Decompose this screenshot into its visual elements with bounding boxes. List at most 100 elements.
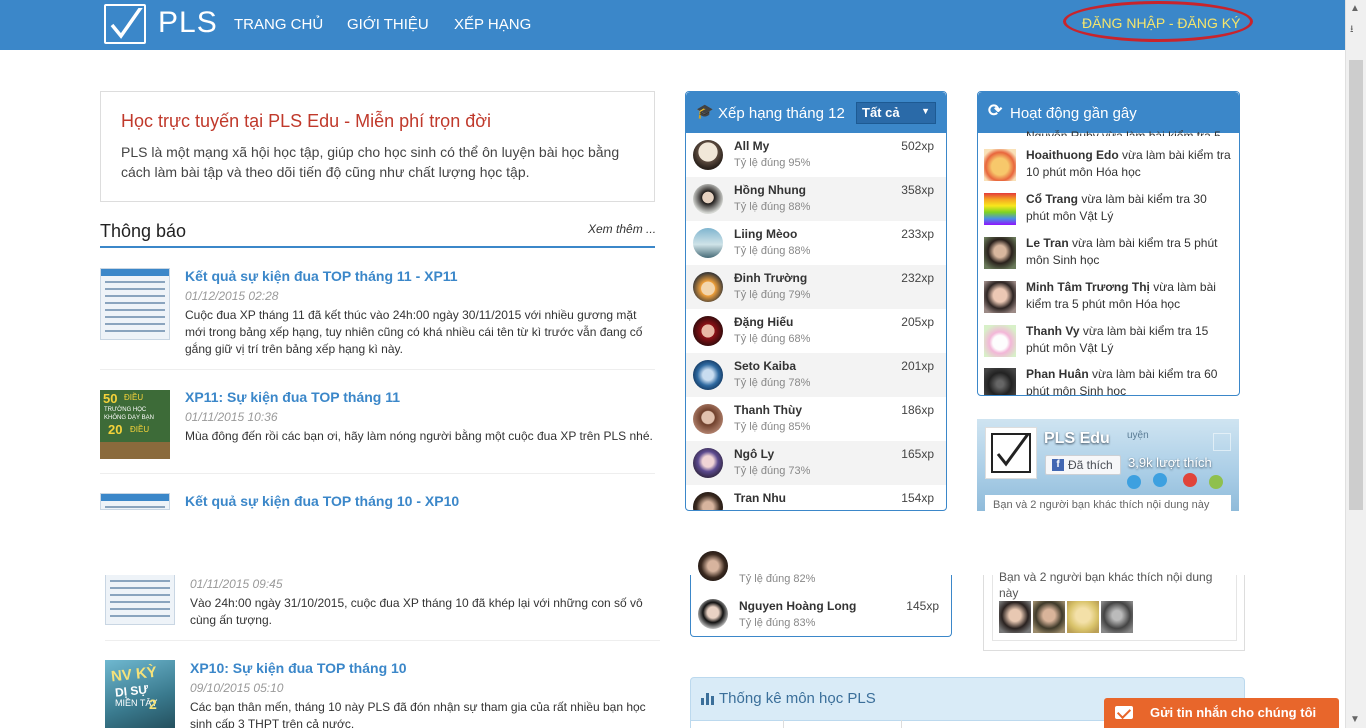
ranking-filter-value: Tất cả	[862, 105, 900, 120]
download-icon[interactable]: ⭳	[1350, 22, 1354, 39]
news-thumbnail[interactable]	[100, 493, 170, 510]
activity-row[interactable]: Thanh Vy vừa làm bài kiểm tra 15 phút mô…	[984, 323, 1234, 367]
activity-row[interactable]: Le Tran vừa làm bài kiểm tra 5 phút môn …	[984, 235, 1234, 279]
activity-row[interactable]: Cổ Trang vừa làm bài kiểm tra 30 phút mô…	[984, 191, 1234, 235]
send-message-label: Gửi tin nhắn cho chúng tôi	[1150, 705, 1317, 720]
news-thumbnail[interactable]	[100, 268, 170, 340]
news-body: Các bạn thân mến, tháng 10 này PLS đã đó…	[190, 700, 646, 728]
friend-avatar[interactable]	[1067, 601, 1099, 633]
ranking-row[interactable]: Liing Mèoo Tỷ lệ đúng 88% 233xp	[686, 221, 946, 265]
news-separator	[105, 640, 660, 641]
activity-header: ⟳ Hoạt động gần gây	[978, 92, 1239, 133]
ranking-row[interactable]: Nguyen Hoàng Long Tỷ lệ đúng 83% 145xp	[691, 591, 951, 635]
friend-avatar[interactable]	[999, 601, 1031, 633]
ranking-row[interactable]: Hồng Nhung Tỷ lệ đúng 88% 358xp	[686, 177, 946, 221]
ranking-xp: 165xp	[901, 447, 934, 461]
ranking-row[interactable]: Tỷ lệ đúng 82%	[691, 551, 951, 591]
activity-title: Hoạt động gần gây	[1010, 105, 1137, 122]
ranking-xp: 205xp	[901, 315, 934, 329]
news-title[interactable]: Kết quả sự kiện đua TOP tháng 10 - XP10	[185, 493, 459, 509]
ranking-name[interactable]: Đinh Trường	[734, 271, 807, 285]
activity-user[interactable]: Hoaithuong Edo	[1026, 148, 1119, 162]
activity-user[interactable]: Minh Tâm Trương Thị	[1026, 280, 1150, 294]
avatar	[693, 360, 723, 390]
fb-like-label: Đã thích	[1068, 458, 1113, 472]
ranking-row[interactable]: Thanh Thùy Tỷ lệ đúng 85% 186xp	[686, 397, 946, 441]
nav-about-link[interactable]: GIỚI THIỆU	[347, 16, 429, 33]
fb-page-name[interactable]: PLS Edu	[1044, 430, 1110, 448]
ranking-name[interactable]: All My	[734, 139, 769, 153]
ranking-row[interactable]: Ngô Ly Tỷ lệ đúng 73% 165xp	[686, 441, 946, 485]
news-date: 01/11/2015 10:36	[185, 410, 278, 424]
activity-text: Hoaithuong Edo vừa làm bài kiểm tra 10 p…	[1026, 147, 1231, 181]
ranking-xp: 186xp	[901, 403, 934, 417]
news-thumbnail[interactable]: 50 ĐIỀU TRƯỜNG HỌC KHÔNG DẠY BẠN 20 ĐIỀU	[100, 390, 170, 459]
ranking-name[interactable]: Tran Nhu	[734, 491, 786, 505]
ranking-name[interactable]: Seto Kaiba	[734, 359, 796, 373]
ranking-rate: Tỷ lệ đúng 79%	[734, 289, 811, 301]
ranking-name[interactable]: Hồng Nhung	[734, 183, 806, 197]
ranking-row[interactable]: Đặng Hiếu Tỷ lệ đúng 68% 205xp	[686, 309, 946, 353]
activity-row[interactable]: Minh Tâm Trương Thị vừa làm bài kiểm tra…	[984, 279, 1234, 323]
ranking-xp: 145xp	[906, 599, 939, 613]
thumb-text: NV KỲ	[110, 663, 158, 686]
scrollbar-thumb[interactable]	[1349, 60, 1363, 510]
logo-text[interactable]: PLS	[158, 6, 218, 40]
intro-text: PLS là một mạng xã hội học tập, giúp cho…	[121, 144, 620, 180]
nav-home-link[interactable]: TRANG CHỦ	[234, 16, 323, 33]
activity-row[interactable]: Hoaithuong Edo vừa làm bài kiểm tra 10 p…	[984, 147, 1234, 191]
login-register-link[interactable]: ĐĂNG NHẬP - ĐĂNG KÝ	[1082, 15, 1240, 31]
avatar	[984, 237, 1016, 269]
friend-avatar[interactable]	[1033, 601, 1065, 633]
activity-user[interactable]: Le Tran	[1026, 236, 1069, 250]
news-thumbnail[interactable]	[105, 575, 175, 625]
activity-user[interactable]: Phan Huân	[1026, 367, 1089, 381]
ranking-row[interactable]: Seto Kaiba Tỷ lệ đúng 78% 201xp	[686, 353, 946, 397]
ranking-row[interactable]: All My Tỷ lệ đúng 95% 502xp	[686, 133, 946, 177]
avatar	[984, 325, 1016, 357]
vertical-scrollbar[interactable]: ▲ ⭳ ▼	[1345, 0, 1366, 728]
ranking-name[interactable]: Ngô Ly	[734, 447, 774, 461]
activity-user[interactable]: Thanh Vy	[1026, 324, 1080, 338]
friend-avatar[interactable]	[1101, 601, 1133, 633]
scroll-down-icon[interactable]: ▼	[1350, 714, 1360, 725]
ranking-row[interactable]: Tran Nhu 154xp	[686, 485, 946, 510]
ranking-panel: 🎓 Xếp hạng tháng 12 Tất cả ▼ All My Tỷ lệ…	[685, 91, 947, 511]
facebook-icon: f	[1052, 459, 1064, 471]
ranking-rate: Tỷ lệ đúng 88%	[734, 201, 811, 213]
news-title[interactable]: XP10: Sự kiện đua TOP tháng 10	[190, 660, 407, 676]
news-title[interactable]: Kết quả sự kiện đua TOP tháng 11 - XP11	[185, 268, 458, 284]
fb-like-button[interactable]: f Đã thích	[1045, 455, 1121, 475]
ranking-title: Xếp hạng tháng 12	[718, 105, 845, 122]
ranking-xp: 154xp	[901, 491, 934, 505]
fb-page-logo[interactable]	[985, 427, 1037, 479]
stats-title: Thống kê môn học PLS	[719, 690, 876, 707]
ranking-filter-select[interactable]: Tất cả ▼	[856, 102, 936, 124]
activity-partial-row: Nguyễn Ruby vừa làm bài kiểm tra 5	[1026, 130, 1236, 136]
ranking-rate: Tỷ lệ đúng 95%	[734, 157, 811, 169]
avatar	[693, 448, 723, 478]
activity-row[interactable]: Phan Huân vừa làm bài kiểm tra 60 phút m…	[984, 366, 1234, 395]
ranking-name[interactable]: Liing Mèoo	[734, 227, 797, 241]
ranking-name[interactable]: Thanh Thùy	[734, 403, 802, 417]
activity-text: Cổ Trang vừa làm bài kiểm tra 30 phút mô…	[1026, 191, 1231, 225]
ranking-xp: 502xp	[901, 139, 934, 153]
thumb-text: ĐIỀU	[130, 425, 150, 434]
ranking-name[interactable]: Đặng Hiếu	[734, 315, 793, 329]
logo-icon[interactable]	[104, 4, 146, 44]
avatar	[984, 281, 1016, 313]
nav-ranking-link[interactable]: XẾP HẠNG	[454, 16, 531, 33]
avatar	[984, 149, 1016, 181]
news-title[interactable]: XP11: Sự kiện đua TOP tháng 11	[185, 389, 400, 405]
activity-text: Phan Huân vừa làm bài kiểm tra 60 phút m…	[1026, 366, 1231, 395]
ranking-rate: Tỷ lệ đúng 68%	[734, 333, 811, 345]
see-more-link[interactable]: Xem thêm ...	[588, 222, 656, 236]
scroll-up-icon[interactable]: ▲	[1350, 3, 1360, 14]
send-message-button[interactable]: Gửi tin nhắn cho chúng tôi	[1104, 698, 1339, 728]
ranking-xp: 232xp	[901, 271, 934, 285]
news-thumbnail[interactable]: NV KỲ DỊ SỰ MIỀN TÂY 2	[105, 660, 175, 728]
ranking-row[interactable]: Đinh Trường Tỷ lệ đúng 79% 232xp	[686, 265, 946, 309]
ranking-name[interactable]: Nguyen Hoàng Long	[739, 599, 856, 613]
thumb-text: 50	[103, 391, 118, 406]
activity-user[interactable]: Cổ Trang	[1026, 192, 1078, 206]
